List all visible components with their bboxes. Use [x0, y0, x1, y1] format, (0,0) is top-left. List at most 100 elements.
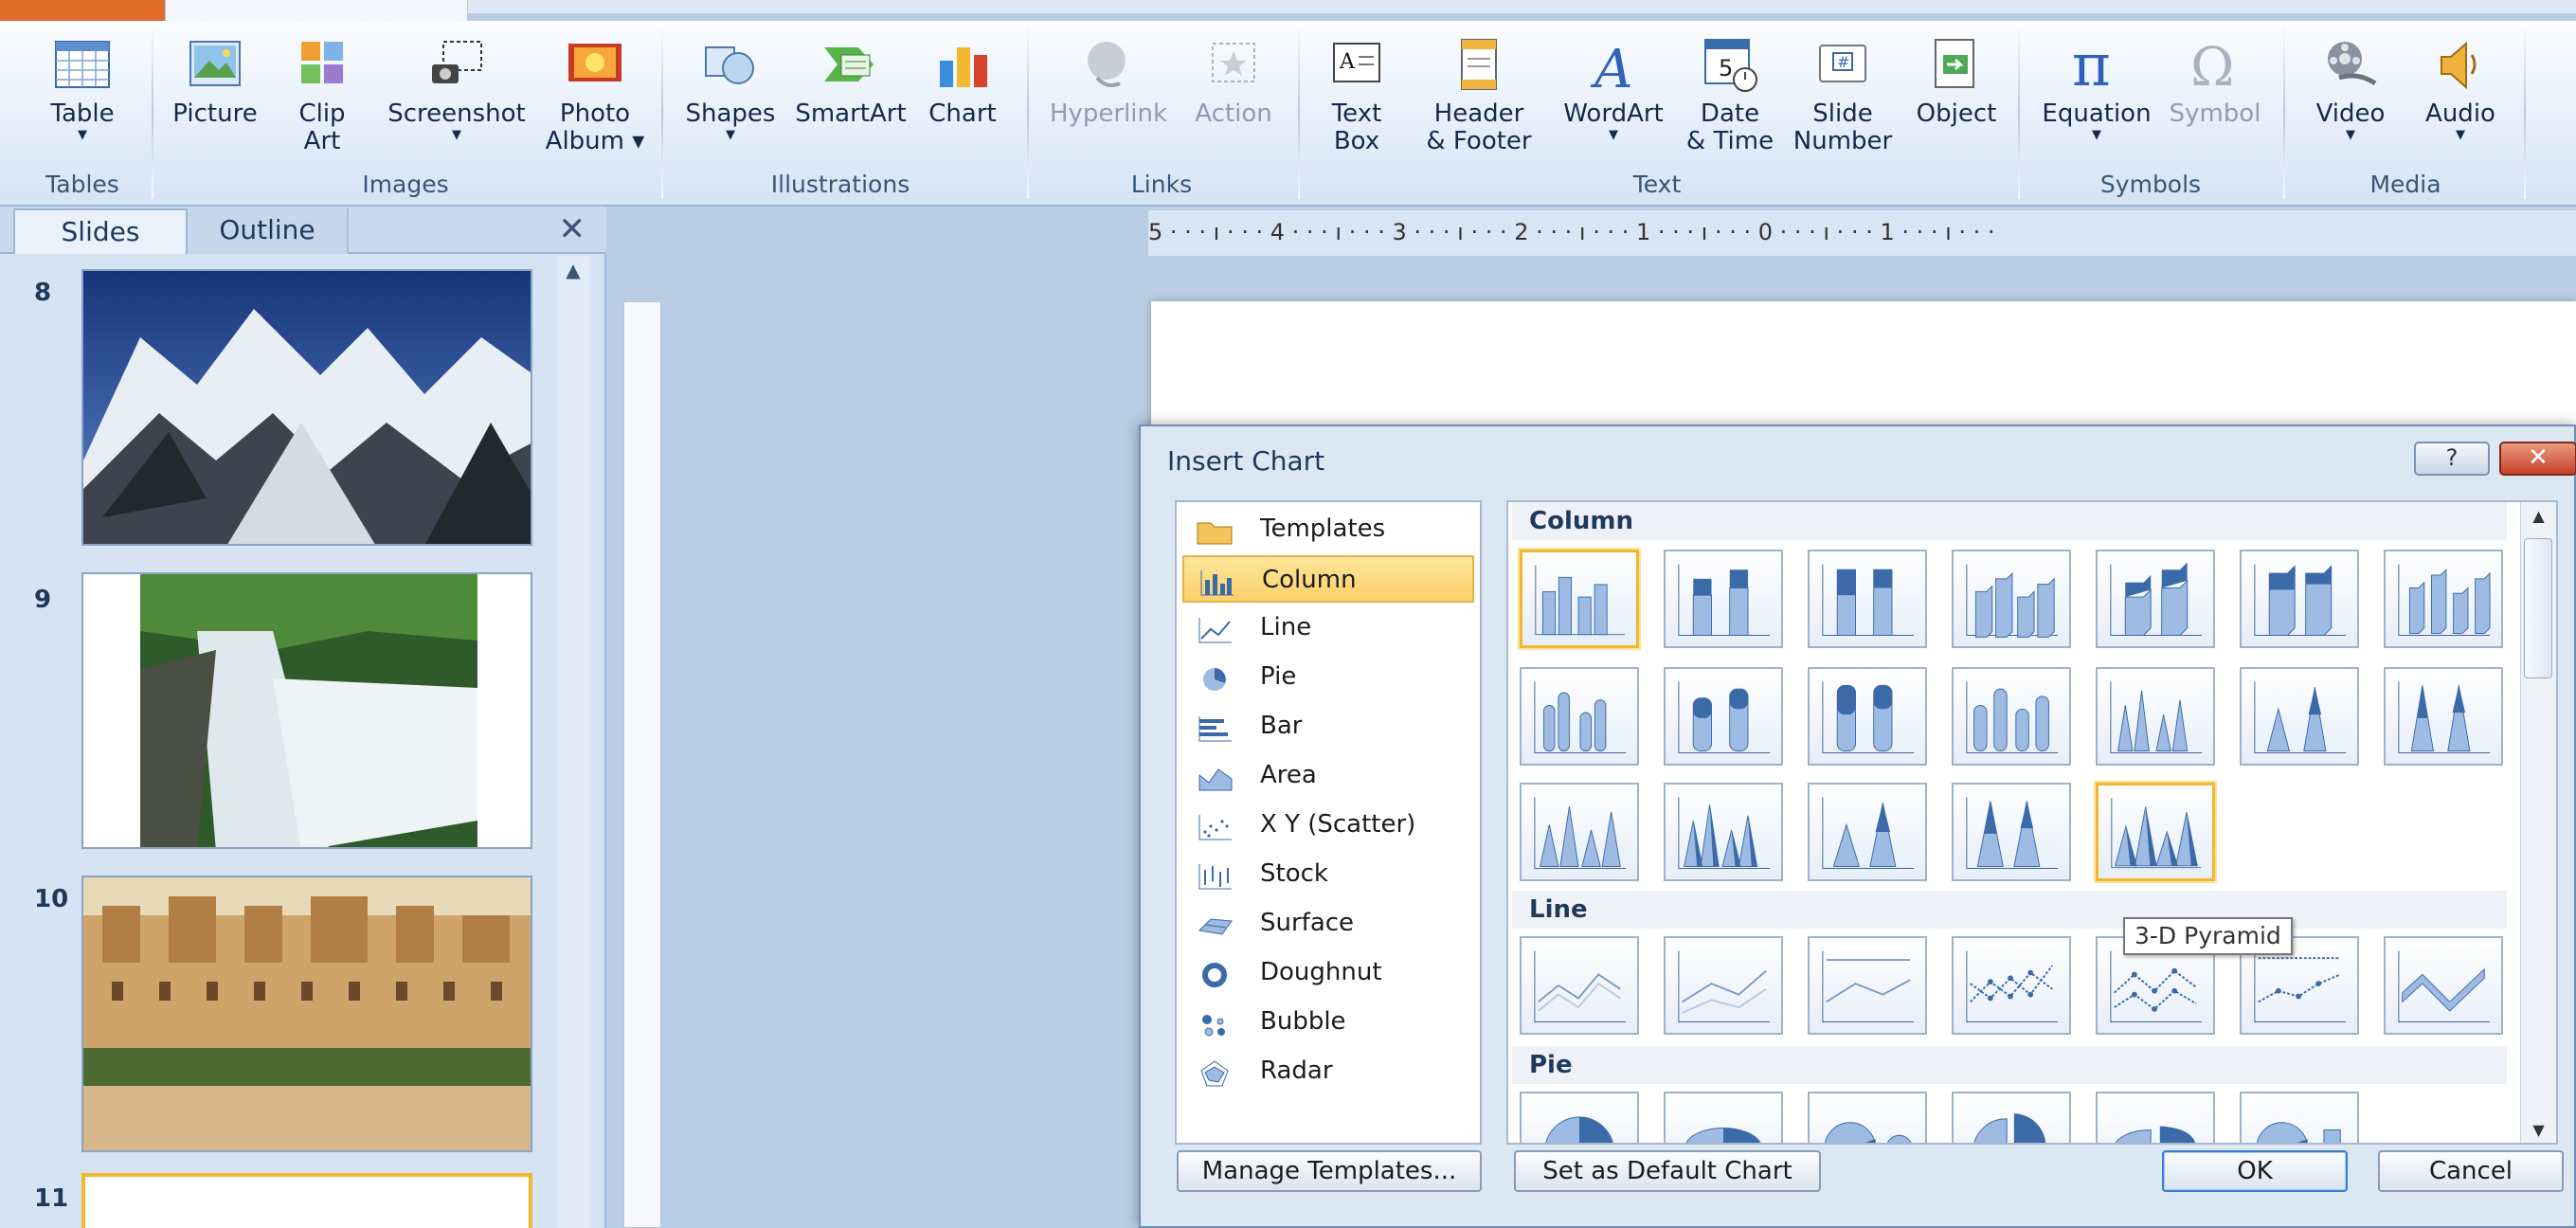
chart-type-3d-pyramid[interactable] — [2096, 783, 2215, 881]
chart-type-100-stacked-cylinder[interactable] — [1808, 667, 1927, 766]
chart-type-stacked-cone[interactable] — [2240, 667, 2359, 766]
set-default-chart-button[interactable]: Set as Default Chart — [1514, 1150, 1821, 1192]
action-button[interactable]: Action — [1186, 30, 1281, 163]
slide-thumbnail-11[interactable] — [81, 1173, 532, 1228]
picture-button[interactable]: Picture — [163, 30, 267, 163]
help-button[interactable]: ? — [2414, 442, 2490, 476]
chart-type-line-with-markers[interactable] — [1952, 936, 2071, 1035]
smartart-button[interactable]: SmartArt — [788, 30, 913, 163]
ok-button[interactable]: OK — [2162, 1150, 2348, 1192]
chart-type-stacked-cylinder[interactable] — [1664, 667, 1783, 766]
wordart-button[interactable]: A WordArt ▼ — [1548, 30, 1679, 163]
category-scatter[interactable]: X Y (Scatter) — [1182, 802, 1474, 849]
chart-type-stacked-pyramid[interactable] — [1808, 783, 1927, 881]
screenshot-label: Screenshot — [387, 99, 526, 128]
video-button[interactable]: Video ▼ — [2298, 30, 2403, 163]
chart-type-100-stacked-column[interactable] — [1808, 550, 1927, 648]
category-bar[interactable]: Bar — [1182, 703, 1474, 750]
category-line[interactable]: Line — [1182, 605, 1474, 652]
action-label: Action — [1195, 99, 1272, 128]
category-label: Doughnut — [1260, 958, 1382, 986]
clip-art-button[interactable]: Clip Art — [275, 30, 369, 163]
table-label: Table — [50, 99, 115, 128]
chart-type-100-stacked-line[interactable] — [1808, 936, 1927, 1035]
chart-type-100-stacked-pyramid[interactable] — [1952, 783, 2071, 881]
slide-thumbnail-8[interactable] — [81, 269, 532, 546]
chart-type-3d-stacked-column[interactable] — [2096, 550, 2215, 648]
symbol-button[interactable]: Ω Symbol — [2162, 30, 2268, 163]
photo-album-button[interactable]: Photo Album ▾ — [542, 30, 648, 163]
close-panel-icon[interactable]: ✕ — [559, 210, 586, 248]
chart-type-exploded-pie[interactable] — [1952, 1092, 2071, 1143]
chart-type-clustered-column[interactable] — [1520, 550, 1639, 648]
category-label: Area — [1260, 761, 1317, 789]
cancel-button[interactable]: Cancel — [2378, 1150, 2564, 1192]
category-bubble[interactable]: Bubble — [1182, 999, 1474, 1046]
chart-type-3d-clustered-column[interactable] — [1952, 550, 2071, 648]
tab-slides[interactable]: Slides — [13, 208, 188, 254]
screenshot-button[interactable]: Screenshot ▼ — [377, 30, 536, 163]
chart-type-line[interactable] — [1520, 936, 1639, 1035]
category-templates[interactable]: Templates — [1182, 506, 1474, 553]
chart-type-clustered-cylinder[interactable] — [1520, 667, 1639, 766]
object-button[interactable]: Object — [1908, 30, 2005, 163]
table-button[interactable]: Table ▼ — [25, 30, 140, 163]
section-header-column: Column — [1512, 502, 2507, 540]
svg-text:A: A — [1339, 50, 1356, 74]
group-label-text: Text — [1632, 171, 1682, 198]
header-footer-button[interactable]: Header & Footer — [1417, 30, 1540, 163]
chart-type-100-stacked-cone[interactable] — [2384, 667, 2503, 766]
group-separator — [2018, 27, 2020, 199]
chart-type-3d-exploded-pie[interactable] — [2096, 1092, 2215, 1143]
category-pie[interactable]: Pie — [1182, 654, 1474, 701]
area-chart-icon — [1196, 762, 1234, 791]
category-doughnut[interactable]: Doughnut — [1182, 949, 1474, 997]
chart-type-pie[interactable] — [1520, 1092, 1639, 1143]
insert-tab[interactable] — [165, 0, 468, 21]
panel-scrollbar[interactable]: ▲ — [557, 256, 589, 1228]
gallery-scrollbar[interactable]: ▲ ▼ — [2520, 502, 2556, 1143]
category-surface[interactable]: Surface — [1182, 900, 1474, 948]
close-dialog-button[interactable]: ✕ — [2499, 442, 2576, 476]
wordart-dropdown-icon: ▼ — [1609, 128, 1618, 142]
chart-type-pie-of-pie[interactable] — [1808, 1092, 1927, 1143]
tab-outline[interactable]: Outline — [188, 208, 349, 254]
scroll-up-icon[interactable]: ▲ — [2521, 502, 2556, 531]
chart-type-stacked-column[interactable] — [1664, 550, 1783, 648]
chart-type-clustered-cone[interactable] — [2096, 667, 2215, 766]
video-label: Video — [2315, 99, 2386, 128]
audio-icon — [2430, 36, 2491, 95]
scroll-down-icon[interactable]: ▼ — [2521, 1121, 2556, 1139]
chart-type-3d-100-stacked-column[interactable] — [2240, 550, 2359, 648]
chart-type-3d-pie[interactable] — [1664, 1092, 1783, 1143]
chart-type-3d-line[interactable] — [2384, 936, 2503, 1035]
chart-type-bar-of-pie[interactable] — [2240, 1092, 2359, 1143]
audio-button[interactable]: Audio ▼ — [2408, 30, 2513, 163]
chart-button[interactable]: Chart — [921, 30, 1004, 163]
category-radar[interactable]: Radar — [1182, 1048, 1474, 1095]
pie-chart-icon — [1196, 663, 1234, 692]
shapes-button[interactable]: Shapes ▼ — [675, 30, 786, 163]
object-label: Object — [1916, 99, 1997, 128]
chart-type-clustered-pyramid[interactable] — [1664, 783, 1783, 881]
slide-number-button[interactable]: # Slide Number — [1785, 30, 1900, 163]
category-column[interactable]: Column — [1182, 555, 1474, 603]
text-box-button[interactable]: A Text Box — [1309, 30, 1404, 163]
slide-thumbnail-9[interactable] — [81, 572, 532, 849]
chart-type-3d-column[interactable] — [2384, 550, 2503, 648]
file-tab[interactable] — [0, 0, 165, 21]
chart-type-3d-cone[interactable] — [1520, 783, 1639, 881]
slide-thumbnail-10[interactable] — [81, 876, 532, 1152]
gallery-scroll-thumb[interactable] — [2524, 538, 2552, 678]
hyperlink-button[interactable]: Hyperlink — [1042, 30, 1175, 163]
date-time-button[interactable]: 5 Date & Time — [1681, 30, 1779, 163]
equation-button[interactable]: π Equation ▼ — [2033, 30, 2160, 163]
category-stock[interactable]: Stock — [1182, 851, 1474, 898]
scroll-up-icon[interactable]: ▲ — [557, 256, 589, 284]
manage-templates-button[interactable]: Manage Templates... — [1177, 1150, 1482, 1192]
chart-type-stacked-line[interactable] — [1664, 936, 1783, 1035]
chart-type-3d-cylinder[interactable] — [1952, 667, 2071, 766]
category-area[interactable]: Area — [1182, 752, 1474, 800]
chart-label: Chart — [928, 99, 997, 128]
category-label: Stock — [1260, 859, 1328, 888]
